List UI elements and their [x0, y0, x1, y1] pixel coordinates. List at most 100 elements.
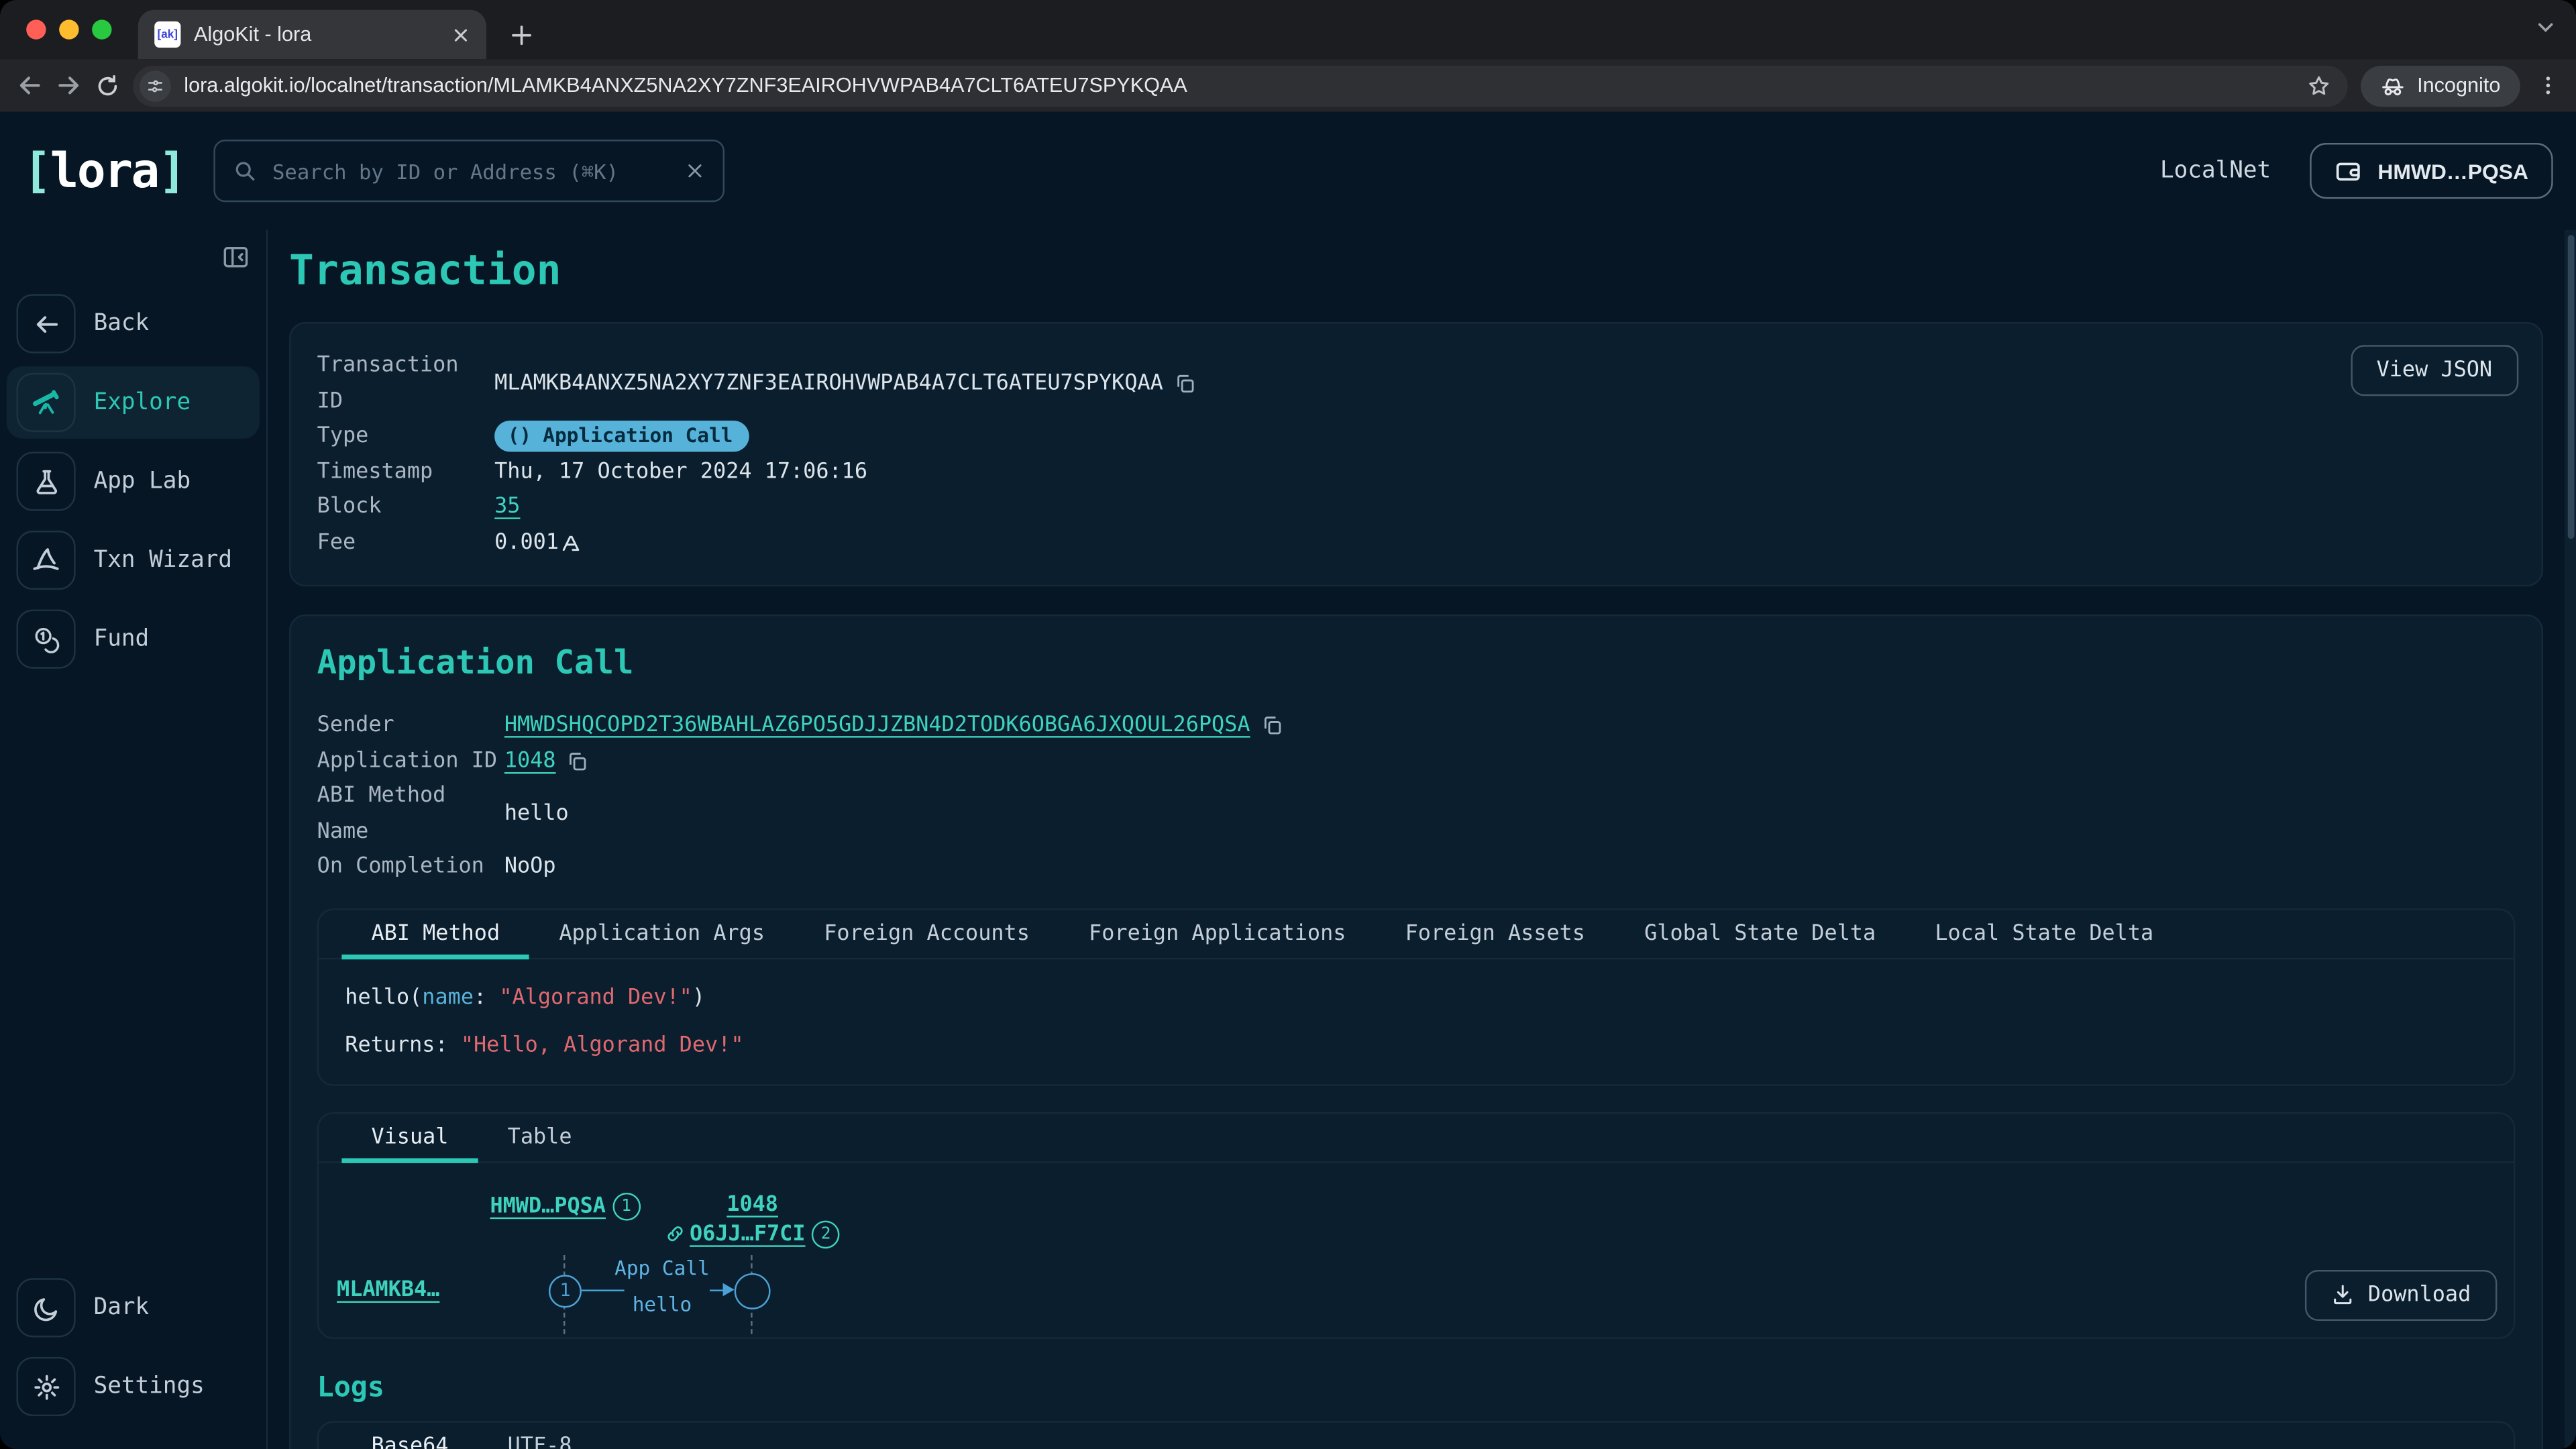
sidebar-item-back[interactable]: Back [13, 288, 254, 360]
view-json-button[interactable]: View JSON [2350, 345, 2518, 396]
new-tab-button[interactable] [509, 23, 534, 48]
download-icon [2332, 1283, 2355, 1306]
abi-method-name-value: hello [504, 796, 569, 832]
fee-label: Fee [317, 525, 494, 560]
graph-transaction-link[interactable]: MLAMKB4… [337, 1277, 439, 1302]
graph-arrowhead [723, 1283, 735, 1297]
application-id-label: Application ID [317, 743, 504, 779]
block-link[interactable]: 35 [494, 490, 520, 525]
reload-icon[interactable] [95, 73, 120, 98]
link-icon [665, 1223, 684, 1242]
coins-icon [16, 610, 75, 669]
abi-method-content: hello(name: "Algorand Dev!") Returns: "H… [319, 959, 2514, 1083]
type-label: Type [317, 419, 494, 454]
graph-app-account-link[interactable]: O6JJ…F7CI [690, 1222, 806, 1246]
sidebar-item-label: Back [94, 311, 150, 337]
incognito-label: Incognito [2417, 74, 2500, 97]
abi-method-returns: Returns: "Hello, Algorand Dev!" [345, 1032, 2487, 1057]
window-zoom-button[interactable] [92, 19, 111, 39]
copy-icon[interactable] [1262, 715, 1283, 737]
forward-navigation-icon[interactable] [56, 72, 82, 99]
global-search[interactable] [213, 140, 724, 202]
tab-strip: [ak] AlgoKit - lora [0, 0, 2576, 59]
fee-value: 0.001 [494, 525, 559, 560]
download-button[interactable]: Download [2306, 1269, 2498, 1320]
tab-visual[interactable]: Visual [341, 1113, 478, 1161]
network-label[interactable]: LocalNet [2160, 158, 2271, 184]
telescope-icon [16, 373, 75, 432]
sender-label: Sender [317, 708, 504, 744]
browser-tab[interactable]: [ak] AlgoKit - lora [138, 10, 486, 59]
sender-address-link[interactable]: HMWDSHQCOPD2T36WBAHLAZ6PO5GDJJZBN4D2TODK… [504, 708, 1250, 744]
tab-global-state-delta[interactable]: Global State Delta [1615, 910, 1905, 957]
sidebar-item-label: Dark [94, 1295, 150, 1321]
address-bar[interactable]: lora.algokit.io/localnet/transaction/MLA… [133, 65, 2348, 106]
sidebar: Back Explore App Lab Txn Wizard [0, 230, 268, 1449]
graph-application-link[interactable]: 1048 [727, 1192, 778, 1217]
page-scrollbar[interactable] [2565, 230, 2576, 1449]
tab-abi-method[interactable]: ABI Method [341, 910, 529, 957]
tab-foreign-applications[interactable]: Foreign Applications [1059, 910, 1376, 957]
application-call-heading: Application Call [317, 643, 2516, 682]
transaction-type-badge: ()Application Call [494, 421, 749, 453]
application-call-card: Application Call Sender HMWDSHQCOPD2T36W… [289, 614, 2543, 1449]
moon-icon [16, 1278, 75, 1337]
gear-icon [16, 1357, 75, 1416]
abi-method-call: hello(name: "Algorand Dev!") [345, 985, 2487, 1010]
tab-foreign-assets[interactable]: Foreign Assets [1376, 910, 1615, 957]
sidebar-item-theme-toggle[interactable]: Dark [13, 1272, 254, 1344]
arrow-left-icon [16, 294, 75, 353]
lora-logo[interactable]: [lora] [23, 143, 185, 199]
tab-table[interactable]: Table [478, 1113, 602, 1161]
tab-search-chevron-icon[interactable] [2535, 16, 2557, 38]
sidebar-item-label: App Lab [94, 468, 191, 494]
copy-icon[interactable] [1175, 373, 1196, 394]
sidebar-item-fund[interactable]: Fund [13, 603, 254, 676]
connected-wallet-button[interactable]: HMWD…PQSA [2310, 143, 2553, 199]
main-content: Transaction Transaction ID MLAMKB4ANXZ5N… [268, 230, 2576, 1449]
logs-heading: Logs [317, 1371, 2516, 1404]
graph-target-node[interactable] [735, 1273, 771, 1309]
algo-symbol-icon [562, 533, 580, 551]
copy-icon[interactable] [568, 751, 589, 772]
app-header: [lora] LocalNet HMWD…PQSA [0, 112, 2576, 230]
graph-source-node[interactable]: 1 [549, 1274, 582, 1307]
timestamp-label: Timestamp [317, 454, 494, 490]
application-number-badge: 2 [812, 1220, 840, 1248]
back-navigation-icon[interactable] [16, 72, 42, 99]
sidebar-item-explore[interactable]: Explore [7, 366, 260, 439]
bookmark-star-icon[interactable] [2307, 73, 2332, 98]
window-minimize-button[interactable] [59, 19, 78, 39]
tab-base64[interactable]: Base64 [341, 1422, 478, 1449]
search-clear-icon[interactable] [685, 161, 704, 180]
search-icon [233, 160, 256, 182]
incognito-icon [2381, 73, 2406, 98]
graph-edge-label: App Call hello [608, 1256, 716, 1315]
sidebar-item-label: Explore [94, 389, 191, 415]
tab-utf8[interactable]: UTF-8 [478, 1422, 602, 1449]
incognito-badge: Incognito [2361, 65, 2520, 106]
transaction-id-value: MLAMKB4ANXZ5NA2XY7ZNF3EAIROHVWPAB4A7CLT6… [494, 366, 1163, 402]
graph-account-link[interactable]: HMWD…PQSA [490, 1193, 606, 1218]
sidebar-item-txn-wizard[interactable]: Txn Wizard [13, 524, 254, 596]
tab-foreign-accounts[interactable]: Foreign Accounts [794, 910, 1059, 957]
on-completion-label: On Completion [317, 849, 504, 885]
tab-close-icon[interactable] [451, 25, 470, 44]
sidebar-item-settings[interactable]: Settings [13, 1350, 254, 1423]
tab-local-state-delta[interactable]: Local State Delta [1905, 910, 2183, 957]
tab-application-args[interactable]: Application Args [529, 910, 794, 957]
window-close-button[interactable] [26, 19, 46, 39]
browser-menu-icon[interactable] [2536, 74, 2559, 97]
sidebar-collapse-icon[interactable] [222, 243, 250, 271]
search-input[interactable] [269, 157, 672, 185]
url-text[interactable]: lora.algokit.io/localnet/transaction/MLA… [184, 74, 2294, 97]
transaction-graph: HMWD…PQSA1 1048 O6JJ…F7CI2 MLAMKB4… 1 [319, 1163, 2514, 1337]
sidebar-item-app-lab[interactable]: App Lab [13, 445, 254, 518]
scrollbar-thumb[interactable] [2567, 235, 2574, 539]
application-id-link[interactable]: 1048 [504, 743, 556, 779]
site-info-icon[interactable] [140, 70, 171, 101]
tab-favicon: [ak] [154, 21, 180, 48]
abi-method-name-label: ABI Method Name [317, 779, 504, 849]
sidebar-item-label: Txn Wizard [94, 547, 232, 574]
logs-panel: Base64 UTF-8 1. FR98dQAUSGVsbG8sIEFsZ29y… [317, 1420, 2516, 1449]
